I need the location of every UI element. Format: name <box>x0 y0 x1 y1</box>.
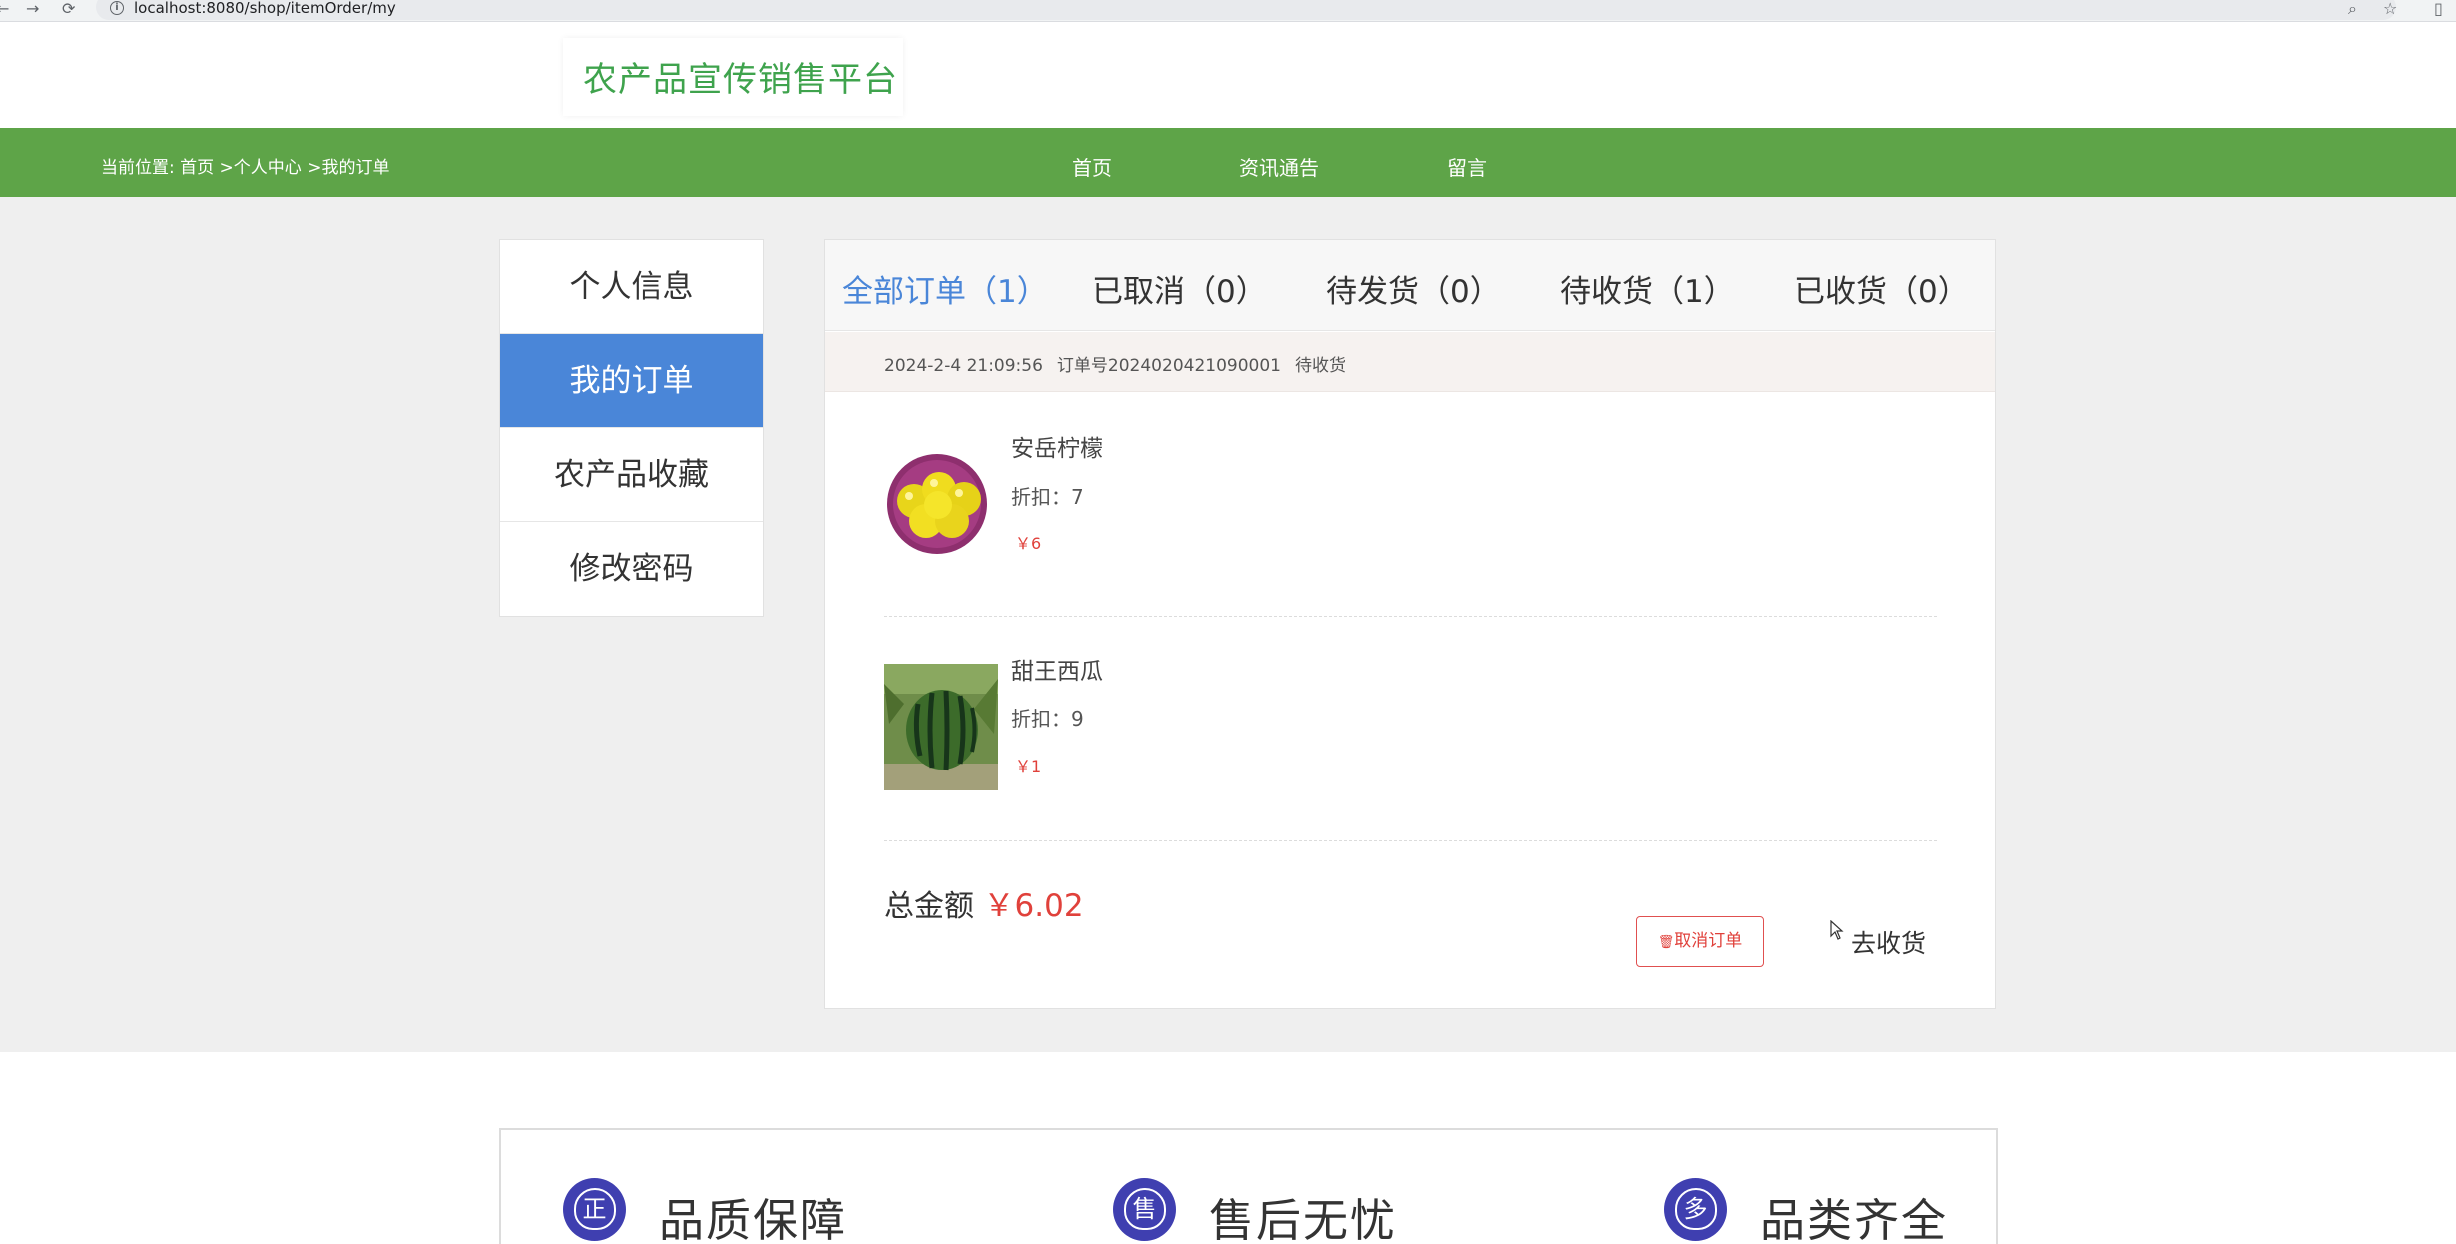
cancel-order-label: 取消订单 <box>1674 931 1743 951</box>
product-discount: 折扣：7 <box>1011 485 1084 509</box>
tab-cancelled[interactable]: 已取消（0） <box>1092 266 1267 311</box>
order-status-tabs: 全部订单（1） 已取消（0） 待发货（0） 待收货（1） 已收货（0） <box>825 240 1995 331</box>
confirm-receipt-link[interactable]: 去收货 <box>1851 924 1926 960</box>
nav-link-home[interactable]: 首页 <box>1072 152 1112 181</box>
product-name[interactable]: 甜王西瓜 <box>1011 652 1103 686</box>
feature-label: 品类齐全 <box>1760 1194 1949 1244</box>
order-status: 待收货 <box>1294 356 1346 376</box>
product-price: ￥6 <box>1015 534 1042 553</box>
service-features: 正 品质保障 售 售后无忧 多 品类齐全 <box>499 1128 1998 1244</box>
tab-to-receive[interactable]: 待收货（1） <box>1560 266 1735 311</box>
quality-badge-icon: 正 <box>563 1178 626 1241</box>
order-panel: 全部订单（1） 已取消（0） 待发货（0） 待收货（1） 已收货（0） 2024… <box>824 239 1996 1009</box>
order-number: 订单号2024020421090001 <box>1056 356 1281 376</box>
order-item: 安岳柠檬 折扣：7 ￥6 <box>884 393 1937 617</box>
bookmark-star-icon[interactable]: ☆ <box>2383 0 2397 18</box>
menu-item-change-password[interactable]: 修改密码 <box>500 522 763 616</box>
side-panel-icon[interactable]: ▯ <box>2434 0 2443 18</box>
tab-received[interactable]: 已收货（0） <box>1794 266 1969 311</box>
breadcrumb-current[interactable]: 我的订单 <box>321 158 389 178</box>
breadcrumb-home-link[interactable]: 首页 <box>180 158 214 178</box>
user-center-menu: 个人信息 我的订单 农产品收藏 修改密码 <box>499 239 764 617</box>
product-image-watermelon[interactable] <box>884 664 998 790</box>
address-bar[interactable] <box>96 0 2396 20</box>
menu-item-my-orders[interactable]: 我的订单 <box>500 334 763 428</box>
site-logo[interactable]: 农产品宣传销售平台 <box>563 38 903 116</box>
site-info-icon[interactable]: i <box>110 1 124 15</box>
product-name[interactable]: 安岳柠檬 <box>1011 429 1103 463</box>
order-time: 2024-2-4 21:09:56 <box>884 356 1043 376</box>
trash-icon: 🗑 <box>1657 935 1675 950</box>
total-label: 总金额 <box>884 889 974 924</box>
order-total: 总金额 ￥6.02 <box>884 880 1084 925</box>
breadcrumb: 当前位置: 首页 >个人中心 >我的订单 <box>101 153 389 178</box>
tab-all-orders[interactable]: 全部订单（1） <box>842 266 1048 311</box>
main-content: 个人信息 我的订单 农产品收藏 修改密码 全部订单（1） 已取消（0） 待发货（… <box>0 197 2456 1052</box>
tab-to-ship[interactable]: 待发货（0） <box>1326 266 1501 311</box>
breadcrumb-center-link[interactable]: 个人中心 <box>234 158 302 178</box>
nav-link-news[interactable]: 资讯通告 <box>1239 152 1319 181</box>
breadcrumb-separator: > <box>214 158 234 178</box>
menu-item-profile[interactable]: 个人信息 <box>500 240 763 334</box>
browser-toolbar: ← → ⟳ i localhost:8080/shop/itemOrder/my… <box>0 0 2456 22</box>
product-discount: 折扣：9 <box>1011 707 1084 731</box>
breadcrumb-prefix: 当前位置: <box>101 158 181 178</box>
mouse-cursor-icon <box>1830 919 1844 945</box>
zoom-icon[interactable]: ⌕ <box>2348 0 2357 18</box>
url-text[interactable]: localhost:8080/shop/itemOrder/my <box>134 0 396 16</box>
reload-icon[interactable]: ⟳ <box>62 0 75 18</box>
order-header: 2024-2-4 21:09:56 订单号2024020421090001 待收货 <box>825 332 1995 392</box>
breadcrumb-separator: > <box>301 158 322 178</box>
main-nav-bar: 当前位置: 首页 >个人中心 >我的订单 首页 资讯通告 留言 <box>0 128 2456 197</box>
cancel-order-button[interactable]: 🗑取消订单 <box>1636 916 1764 967</box>
order-item: 甜王西瓜 折扣：9 ￥1 <box>884 617 1937 841</box>
site-logo-text: 农产品宣传销售平台 <box>583 60 898 100</box>
product-price: ￥1 <box>1015 757 1042 776</box>
total-amount: ￥6.02 <box>983 888 1084 924</box>
after-sales-badge-icon: 售 <box>1113 1178 1176 1241</box>
feature-label: 品质保障 <box>659 1194 848 1244</box>
feature-label: 售后无忧 <box>1209 1194 1398 1244</box>
forward-icon[interactable]: → <box>26 0 39 18</box>
nav-link-messages[interactable]: 留言 <box>1447 152 1487 181</box>
variety-badge-icon: 多 <box>1664 1178 1727 1241</box>
menu-item-favorites[interactable]: 农产品收藏 <box>500 428 763 522</box>
back-icon[interactable]: ← <box>0 0 9 18</box>
product-image-lemon[interactable] <box>884 441 998 567</box>
